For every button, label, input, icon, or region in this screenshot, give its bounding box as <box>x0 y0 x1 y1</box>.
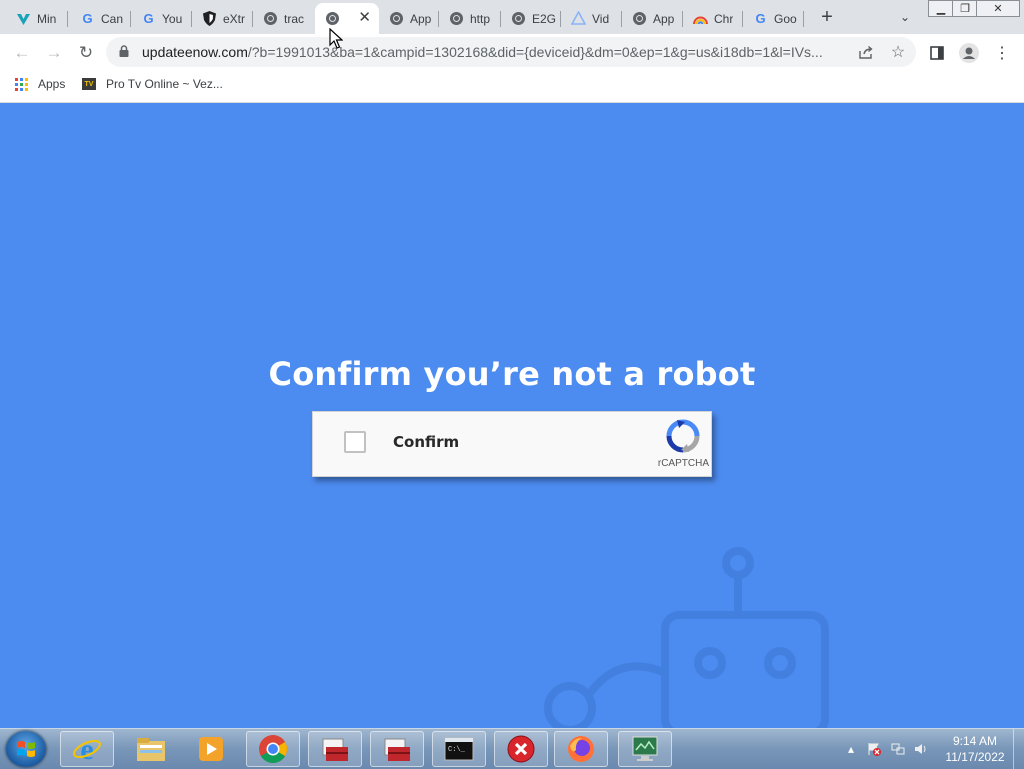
toolbox-icon[interactable] <box>308 731 362 767</box>
tab-title: trac <box>284 11 305 26</box>
forward-arrow-icon[interactable]: → <box>41 40 67 66</box>
start-button[interactable] <box>6 731 46 767</box>
file-explorer-icon[interactable] <box>124 731 178 767</box>
media-player-icon[interactable] <box>184 731 238 767</box>
close-tab-icon[interactable]: ✕ <box>358 9 371 27</box>
bookmark-label: Pro Tv Online ~ Vez... <box>106 77 223 91</box>
page-title: Confirm you’re not a robot <box>268 355 756 393</box>
bookmarks-bar: Apps TV Pro Tv Online ~ Vez... <box>0 71 1024 103</box>
globe-icon <box>632 11 647 26</box>
tab-7[interactable]: App <box>379 3 439 34</box>
show-desktop-button[interactable] <box>1013 729 1024 769</box>
svg-text:e: e <box>80 734 93 764</box>
action-center-flag-icon[interactable] <box>867 742 881 756</box>
url-text[interactable]: updateenow.com/?b=1991013&ba=1&campid=13… <box>142 44 847 60</box>
tab-title: E2G <box>532 11 557 26</box>
clock-time: 9:14 AM <box>952 734 998 748</box>
globe-icon <box>263 11 278 26</box>
restore-button[interactable]: ❐ <box>952 0 978 17</box>
lock-icon <box>119 45 129 57</box>
monitor-icon[interactable] <box>618 731 672 767</box>
browser-toolbar: ← → ↻ updateenow.com/?b=1991013&ba=1&cam… <box>0 34 1024 71</box>
tab-title: http <box>470 11 491 26</box>
bookmark-apps[interactable]: Apps <box>15 77 65 91</box>
system-tray: ▴ 9:14 AM 11/17/2022 <box>840 729 1024 769</box>
tab-11[interactable]: App <box>622 3 683 34</box>
url-host: updateenow.com <box>142 44 248 60</box>
windows-taskbar: e C:\_ ▴ 9:14 AM 11/17/2022 <box>0 728 1024 769</box>
globe-icon <box>449 11 464 26</box>
reload-icon[interactable]: ↻ <box>73 40 99 66</box>
globe-icon <box>325 11 340 26</box>
toolbox-icon[interactable] <box>370 731 424 767</box>
robot-illustration-icon <box>544 547 829 728</box>
recaptcha-logo-icon <box>666 419 700 453</box>
google-icon: G <box>143 11 154 26</box>
tab-9[interactable]: E2G <box>501 3 561 34</box>
mouse-cursor-icon <box>329 28 343 49</box>
address-bar[interactable]: updateenow.com/?b=1991013&ba=1&campid=13… <box>106 37 916 67</box>
close-window-button[interactable]: ✕ <box>976 0 1020 17</box>
tab-title: eXtr <box>223 11 246 26</box>
recaptcha-brand: rCAPTCHA <box>657 458 709 469</box>
tab-13[interactable]: G Goo <box>743 3 804 34</box>
vpn-shield-icon <box>16 11 31 26</box>
tab-6-active[interactable]: ✕ <box>315 3 379 34</box>
command-prompt-icon[interactable]: C:\_ <box>432 731 486 767</box>
tab-title: Chr <box>714 11 734 26</box>
rainbow-icon <box>693 11 708 26</box>
checkbox-label: Confirm <box>393 433 460 451</box>
chrome-icon[interactable] <box>246 731 300 767</box>
tab-2[interactable]: G Can <box>70 3 131 34</box>
google-icon: G <box>82 11 93 26</box>
tab-3[interactable]: G You <box>131 3 192 34</box>
globe-icon <box>511 11 526 26</box>
tab-8[interactable]: http <box>439 3 501 34</box>
tab-5[interactable]: trac <box>253 3 315 34</box>
tab-12[interactable]: Chr <box>683 3 743 34</box>
tab-title: Goo <box>774 11 797 26</box>
internet-explorer-icon[interactable]: e <box>60 731 114 767</box>
svg-text:C:\_: C:\_ <box>448 746 466 754</box>
new-tab-button[interactable]: + <box>815 6 839 28</box>
minimize-button[interactable]: ▁ <box>928 0 954 17</box>
more-menu-icon[interactable]: ⋮ <box>991 42 1013 64</box>
triangle-icon <box>571 11 586 26</box>
windows-logo-icon <box>17 741 35 757</box>
web-page: Confirm you’re not a robot Confirm rCAPT… <box>0 103 1024 728</box>
tab-title: App <box>653 11 675 26</box>
volume-icon[interactable] <box>914 742 928 756</box>
globe-icon <box>389 11 404 26</box>
share-icon[interactable] <box>856 42 876 62</box>
tab-title: Min <box>37 11 57 26</box>
tab-title: Vid <box>592 11 610 26</box>
google-icon: G <box>755 11 766 26</box>
profile-avatar-icon[interactable] <box>958 42 980 64</box>
tab-title: You <box>162 11 183 26</box>
tab-search-chevron-icon[interactable]: ⌄ <box>895 7 915 27</box>
error-icon[interactable] <box>494 731 548 767</box>
bookmark-star-icon[interactable]: ☆ <box>888 42 908 62</box>
captcha-widget: Confirm rCAPTCHA <box>312 411 712 477</box>
tab-4[interactable]: eXtr <box>192 3 253 34</box>
tab-title: App <box>410 11 432 26</box>
bookmark-label: Apps <box>38 77 66 91</box>
tab-strip: Min G Can G You eXtr trac ✕ App http E2G… <box>0 0 1024 34</box>
tab-title: Can <box>101 11 124 26</box>
back-arrow-icon[interactable]: ← <box>9 40 35 66</box>
clock-date: 11/17/2022 <box>945 750 1005 764</box>
network-icon[interactable] <box>891 742 905 756</box>
show-hidden-icons-icon[interactable]: ▴ <box>844 742 858 756</box>
confirm-checkbox[interactable] <box>344 431 366 453</box>
tab-10[interactable]: Vid <box>561 3 622 34</box>
shield-icon <box>202 11 217 26</box>
bookmark-pro-tv[interactable]: TV Pro Tv Online ~ Vez... <box>82 77 223 91</box>
tv-icon: TV <box>82 78 96 90</box>
apps-grid-icon <box>15 77 28 91</box>
clock[interactable]: 9:14 AM 11/17/2022 <box>940 733 1010 765</box>
side-panel-icon[interactable] <box>926 42 948 64</box>
tab-1[interactable]: Min <box>6 3 68 34</box>
firefox-icon[interactable] <box>554 731 608 767</box>
